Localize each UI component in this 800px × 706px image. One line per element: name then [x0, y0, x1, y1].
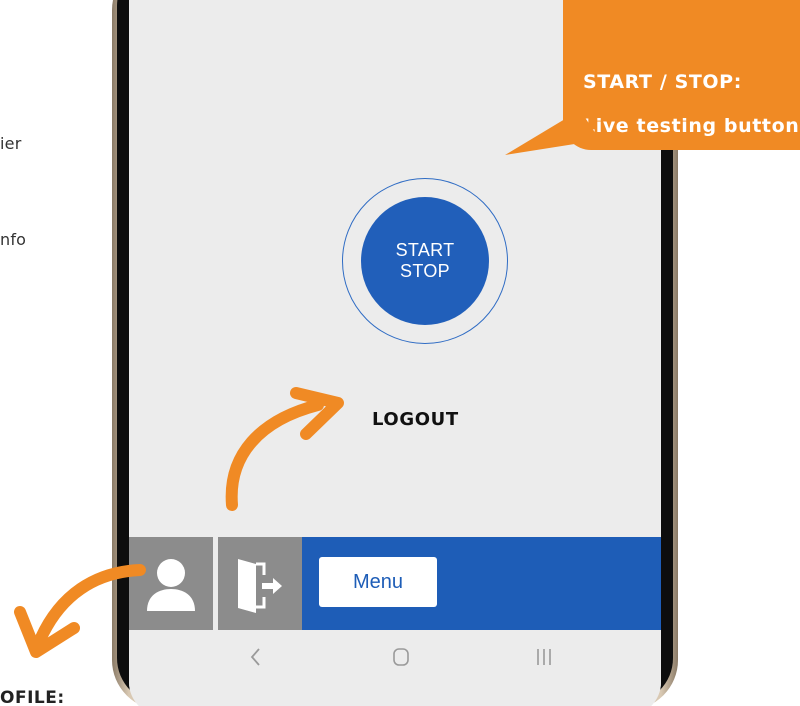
annotation-overlay	[14, 110, 600, 658]
logout-arrow	[225, 399, 324, 511]
stage: ier nfo OFILE: START STOP Menu START / S…	[0, 0, 800, 706]
callout-tail	[505, 110, 600, 155]
profile-arrow	[34, 564, 146, 646]
